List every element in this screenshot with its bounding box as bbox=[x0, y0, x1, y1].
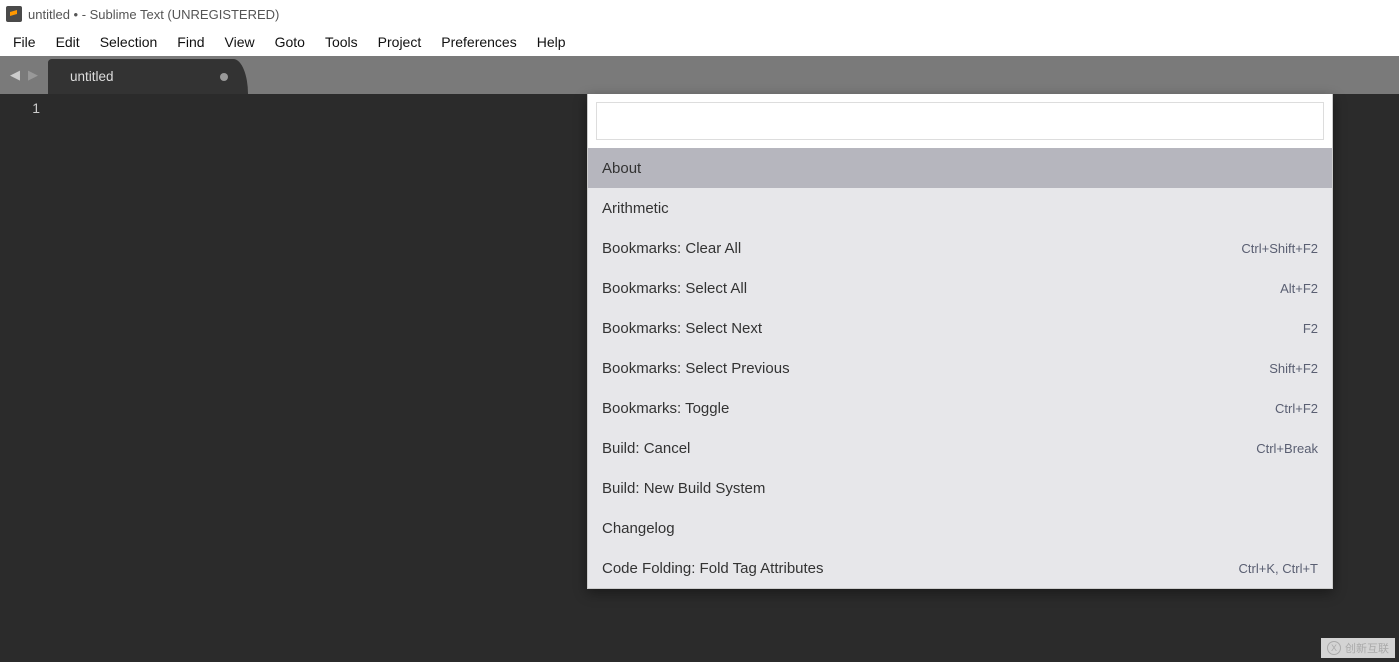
menu-tools[interactable]: Tools bbox=[316, 31, 367, 53]
palette-item-changelog[interactable]: Changelog bbox=[588, 508, 1332, 548]
palette-item-label: Bookmarks: Toggle bbox=[602, 400, 729, 417]
dirty-indicator-icon bbox=[220, 73, 228, 81]
line-number-1: 1 bbox=[0, 100, 40, 116]
menu-find[interactable]: Find bbox=[168, 31, 213, 53]
palette-item-label: Bookmarks: Clear All bbox=[602, 240, 741, 257]
palette-item-label: Build: New Build System bbox=[602, 480, 765, 497]
menu-file[interactable]: File bbox=[4, 31, 45, 53]
window-title: untitled • - Sublime Text (UNREGISTERED) bbox=[28, 7, 279, 22]
menu-bar: File Edit Selection Find View Goto Tools… bbox=[0, 28, 1399, 56]
palette-item-label: Arithmetic bbox=[602, 200, 669, 217]
sublime-app-icon bbox=[6, 6, 22, 22]
tab-prev-icon[interactable]: ◀ bbox=[10, 67, 20, 83]
menu-project[interactable]: Project bbox=[369, 31, 431, 53]
palette-input-wrap bbox=[588, 94, 1332, 148]
tab-untitled[interactable]: untitled bbox=[48, 59, 248, 94]
palette-item-bookmarks-select-all[interactable]: Bookmarks: Select All Alt+F2 bbox=[588, 268, 1332, 308]
palette-item-shortcut: Shift+F2 bbox=[1269, 361, 1318, 376]
watermark-text: 创新互联 bbox=[1345, 640, 1389, 656]
palette-item-label: Build: Cancel bbox=[602, 440, 690, 457]
palette-item-bookmarks-select-next[interactable]: Bookmarks: Select Next F2 bbox=[588, 308, 1332, 348]
tab-nav-arrows: ◀ ▶ bbox=[0, 56, 48, 94]
menu-selection[interactable]: Selection bbox=[91, 31, 167, 53]
menu-help[interactable]: Help bbox=[528, 31, 575, 53]
palette-item-bookmarks-toggle[interactable]: Bookmarks: Toggle Ctrl+F2 bbox=[588, 388, 1332, 428]
palette-item-label: Code Folding: Fold Tag Attributes bbox=[602, 560, 824, 577]
tab-label: untitled bbox=[70, 69, 114, 84]
editor-area[interactable]: 1 About Arithmetic Bookmarks: Clear All … bbox=[0, 94, 1399, 662]
tab-strip: ◀ ▶ untitled bbox=[0, 56, 1399, 94]
palette-item-shortcut: Ctrl+F2 bbox=[1275, 401, 1318, 416]
palette-input[interactable] bbox=[596, 102, 1324, 140]
palette-item-shortcut: Ctrl+Break bbox=[1256, 441, 1318, 456]
menu-preferences[interactable]: Preferences bbox=[432, 31, 525, 53]
palette-item-label: Bookmarks: Select Next bbox=[602, 320, 762, 337]
command-palette: About Arithmetic Bookmarks: Clear All Ct… bbox=[587, 94, 1333, 589]
palette-item-label: Changelog bbox=[602, 520, 675, 537]
menu-goto[interactable]: Goto bbox=[266, 31, 314, 53]
palette-item-build-new-build-system[interactable]: Build: New Build System bbox=[588, 468, 1332, 508]
palette-item-code-folding-fold-tag-attributes[interactable]: Code Folding: Fold Tag Attributes Ctrl+K… bbox=[588, 548, 1332, 588]
palette-item-shortcut: Ctrl+Shift+F2 bbox=[1241, 241, 1318, 256]
palette-list[interactable]: About Arithmetic Bookmarks: Clear All Ct… bbox=[588, 148, 1332, 588]
palette-item-label: Bookmarks: Select Previous bbox=[602, 360, 790, 377]
title-bar: untitled • - Sublime Text (UNREGISTERED) bbox=[0, 0, 1399, 28]
palette-item-bookmarks-select-previous[interactable]: Bookmarks: Select Previous Shift+F2 bbox=[588, 348, 1332, 388]
palette-item-shortcut: Ctrl+K, Ctrl+T bbox=[1239, 561, 1318, 576]
palette-item-build-cancel[interactable]: Build: Cancel Ctrl+Break bbox=[588, 428, 1332, 468]
tab-next-icon[interactable]: ▶ bbox=[28, 67, 38, 83]
palette-item-shortcut: F2 bbox=[1303, 321, 1318, 336]
menu-view[interactable]: View bbox=[216, 31, 264, 53]
palette-item-about[interactable]: About bbox=[588, 148, 1332, 188]
palette-item-shortcut: Alt+F2 bbox=[1280, 281, 1318, 296]
menu-edit[interactable]: Edit bbox=[47, 31, 89, 53]
palette-item-label: About bbox=[602, 160, 641, 177]
watermark: X 创新互联 bbox=[1321, 638, 1395, 658]
palette-item-arithmetic[interactable]: Arithmetic bbox=[588, 188, 1332, 228]
palette-item-label: Bookmarks: Select All bbox=[602, 280, 747, 297]
watermark-icon: X bbox=[1327, 641, 1341, 655]
gutter: 1 bbox=[0, 94, 58, 662]
palette-item-bookmarks-clear-all[interactable]: Bookmarks: Clear All Ctrl+Shift+F2 bbox=[588, 228, 1332, 268]
